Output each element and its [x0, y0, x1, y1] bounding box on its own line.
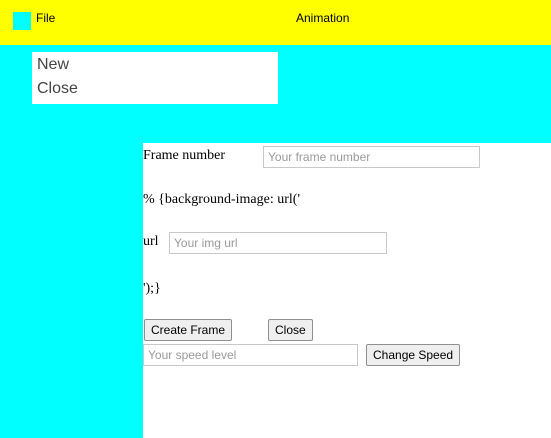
- menu-animation[interactable]: Animation: [296, 11, 349, 25]
- workspace-sidebar: [0, 143, 143, 438]
- frame-number-label: Frame number: [143, 148, 226, 163]
- menu-item-new[interactable]: New: [37, 56, 69, 74]
- close-button[interactable]: Close: [268, 319, 313, 341]
- file-dropdown-menu: New Close: [32, 52, 278, 104]
- css-prefix-text: % {background-image: url(': [143, 192, 300, 207]
- frame-form: Frame number % {background-image: url(' …: [143, 143, 551, 438]
- app-square-icon: [13, 12, 31, 30]
- speed-level-input[interactable]: [143, 344, 358, 366]
- menu-item-close[interactable]: Close: [37, 80, 78, 98]
- menu-file[interactable]: File: [36, 11, 55, 25]
- create-frame-button[interactable]: Create Frame: [144, 319, 233, 341]
- img-url-input[interactable]: [169, 232, 387, 254]
- frame-number-input[interactable]: [263, 146, 480, 168]
- menu-bar: File Animation: [0, 0, 551, 45]
- css-suffix-text: ');}: [143, 281, 161, 296]
- url-label: url: [143, 234, 159, 249]
- change-speed-button[interactable]: Change Speed: [366, 344, 461, 366]
